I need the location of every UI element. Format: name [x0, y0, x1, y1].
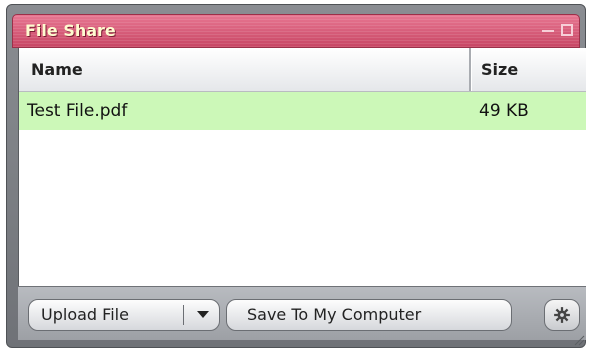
column-header-name[interactable]: Name: [31, 60, 83, 79]
table-row[interactable]: Test File.pdf 49 KB: [19, 92, 586, 130]
title-bar[interactable]: File Share: [12, 14, 580, 48]
button-divider: [183, 305, 184, 325]
window-title: File Share: [25, 21, 116, 40]
caret-down-icon[interactable]: [189, 300, 219, 330]
resize-grip-icon[interactable]: [573, 334, 585, 346]
column-header-size[interactable]: Size: [481, 60, 518, 79]
table-header: Name Size: [19, 48, 586, 92]
maximize-icon[interactable]: [561, 24, 573, 36]
file-name-cell: Test File.pdf: [27, 101, 128, 121]
upload-file-button[interactable]: Upload File: [28, 299, 220, 331]
save-to-computer-button[interactable]: Save To My Computer: [226, 299, 512, 331]
save-to-computer-label: Save To My Computer: [247, 305, 422, 324]
upload-file-label: Upload File: [41, 305, 129, 324]
file-size-cell: 49 KB: [479, 101, 529, 121]
settings-button[interactable]: [544, 299, 580, 331]
column-resize-handle[interactable]: [469, 48, 472, 91]
gear-icon: [554, 307, 570, 323]
minimize-icon[interactable]: [542, 22, 556, 38]
file-list: Name Size Test File.pdf 49 KB: [18, 48, 586, 286]
footer-toolbar: Upload File Save To My Computer: [18, 286, 586, 340]
